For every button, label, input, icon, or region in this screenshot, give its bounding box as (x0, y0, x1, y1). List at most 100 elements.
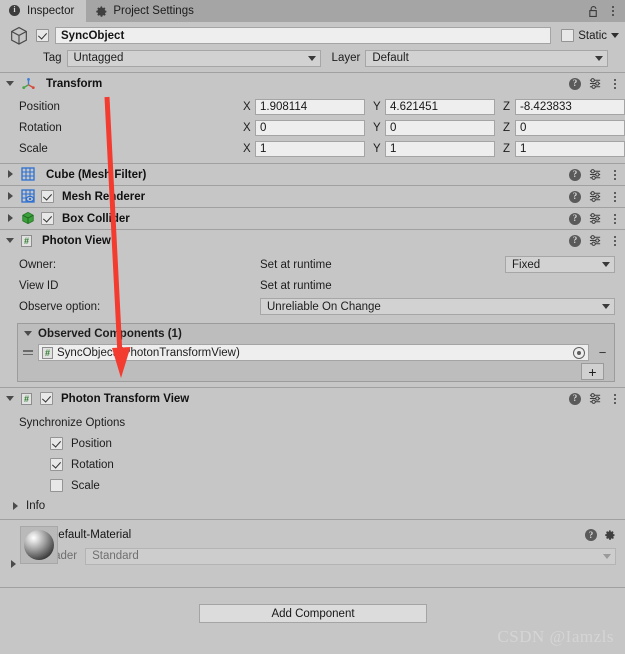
script-icon: # (21, 392, 32, 405)
component-header-actions: ? (569, 190, 619, 204)
help-icon[interactable]: ? (585, 529, 597, 541)
tag-dropdown[interactable]: Untagged (66, 49, 321, 67)
info-foldout[interactable]: Info (0, 496, 625, 516)
lock-icon[interactable] (588, 5, 599, 18)
owner-label: Owner: (19, 258, 57, 271)
component-title-photon-view: Photon View (42, 234, 111, 247)
remove-observed-component-button[interactable]: − (594, 345, 611, 360)
static-checkbox[interactable] (561, 29, 575, 42)
foldout-arrow-icon[interactable] (10, 501, 21, 512)
add-component-button[interactable]: Add Component (199, 604, 427, 623)
component-title-transform: Transform (46, 77, 103, 90)
foldout-arrow-icon[interactable] (5, 78, 16, 89)
axis-label-x: X (243, 142, 251, 155)
material-foldout-arrow-icon[interactable] (8, 559, 19, 570)
preset-icon[interactable] (589, 234, 602, 247)
component-title-photon-transform-view: Photon Transform View (61, 392, 190, 405)
rotation-y-input[interactable]: 0 (385, 119, 495, 136)
scale-z-input[interactable]: 1 (515, 140, 625, 157)
position-x-input[interactable]: 1.908114 (255, 98, 365, 115)
gameobject-name-row: SyncObject Static (6, 26, 619, 45)
foldout-arrow-icon[interactable] (5, 393, 16, 404)
layer-dropdown[interactable]: Default (365, 49, 609, 67)
component-menu-icon[interactable] (610, 212, 619, 226)
foldout-arrow-icon[interactable] (5, 213, 16, 224)
shader-value: Standard (92, 550, 139, 562)
position-z-input[interactable]: -8.423833 (515, 98, 625, 115)
static-dropdown-caret-icon[interactable] (611, 33, 619, 38)
tab-bar: i Inspector Project Settings (0, 0, 625, 22)
preset-icon[interactable] (589, 190, 602, 203)
shader-dropdown[interactable]: Standard (85, 547, 616, 565)
component-menu-icon[interactable] (610, 190, 619, 204)
material-header-actions: ? (585, 529, 625, 541)
position-y-value: 4.621451 (390, 100, 438, 113)
observed-components-box: Observed Components (1) # SyncObject (Ph… (17, 323, 615, 382)
gameobject-enabled-checkbox[interactable] (36, 29, 49, 42)
scale-x-input[interactable]: 1 (255, 140, 365, 157)
preset-icon[interactable] (589, 212, 602, 225)
rotation-y-value: 0 (390, 121, 397, 134)
help-icon[interactable]: ? (569, 190, 581, 203)
material-preview (20, 526, 58, 564)
viewid-value: Set at runtime (260, 279, 332, 292)
component-header-mesh-filter[interactable]: Cube (Mesh Filter) ? (0, 164, 625, 185)
box-collider-enabled-checkbox[interactable] (41, 212, 54, 225)
foldout-arrow-icon[interactable] (5, 169, 16, 180)
component-header-transform[interactable]: Transform ? (0, 73, 625, 94)
mesh-renderer-icon (21, 189, 36, 204)
tab-project-settings[interactable]: Project Settings (86, 0, 206, 22)
scale-y-input[interactable]: 1 (385, 140, 495, 157)
component-title-box-collider: Box Collider (62, 212, 130, 225)
transform-row-scale: Scale X 1 Y 1 Z 1 (0, 138, 625, 159)
mesh-filter-icon (21, 167, 36, 182)
sync-scale-checkbox[interactable] (50, 479, 63, 492)
component-header-actions: ? (569, 234, 619, 248)
foldout-arrow-icon[interactable] (5, 235, 16, 246)
help-icon[interactable]: ? (569, 168, 581, 181)
observe-option-dropdown[interactable]: Unreliable On Change (260, 298, 615, 315)
rotation-z-value: 0 (520, 121, 527, 134)
position-y-input[interactable]: 4.621451 (385, 98, 495, 115)
help-icon[interactable]: ? (569, 77, 581, 90)
preset-icon[interactable] (589, 392, 602, 405)
gear-icon[interactable] (604, 529, 616, 541)
component-header-photon-transform-view[interactable]: # Photon Transform View ? (0, 388, 625, 409)
foldout-arrow-icon[interactable] (23, 328, 34, 339)
owner-value: Set at runtime (260, 258, 332, 271)
viewid-label: View ID (19, 279, 59, 292)
ownership-dropdown[interactable]: Fixed (505, 256, 615, 273)
tab-inspector[interactable]: i Inspector (0, 0, 87, 22)
gameobject-name-input[interactable]: SyncObject (55, 27, 552, 44)
observed-components-header[interactable]: Observed Components (1) (18, 324, 614, 343)
rotation-x-value: 0 (260, 121, 267, 134)
observed-components-footer: + (18, 363, 614, 381)
object-picker-icon[interactable] (573, 346, 585, 359)
foldout-arrow-icon[interactable] (5, 191, 16, 202)
component-menu-icon[interactable] (610, 234, 619, 248)
help-icon[interactable]: ? (569, 392, 581, 405)
component-header-box-collider[interactable]: Box Collider ? (0, 208, 625, 229)
help-icon[interactable]: ? (569, 212, 581, 225)
add-observed-component-button[interactable]: + (581, 363, 604, 380)
axis-label-z: Z (503, 142, 511, 155)
window-menu-icon[interactable] (608, 4, 617, 18)
mesh-renderer-enabled-checkbox[interactable] (41, 190, 54, 203)
info-icon: i (9, 4, 22, 18)
component-menu-icon[interactable] (610, 77, 619, 91)
component-header-mesh-renderer[interactable]: Mesh Renderer ? (0, 186, 625, 207)
help-icon[interactable]: ? (569, 234, 581, 247)
rotation-x-input[interactable]: 0 (255, 119, 365, 136)
preset-icon[interactable] (589, 168, 602, 181)
component-menu-icon[interactable] (610, 168, 619, 182)
sync-rotation-checkbox[interactable] (50, 458, 63, 471)
preset-icon[interactable] (589, 77, 602, 90)
rotation-z-input[interactable]: 0 (515, 119, 625, 136)
drag-handle-icon[interactable] (23, 348, 33, 358)
component-menu-icon[interactable] (610, 392, 619, 406)
component-header-photon-view[interactable]: # Photon View ? (0, 230, 625, 251)
observed-component-object-field[interactable]: # SyncObject (PhotonTransformView) (38, 344, 589, 361)
transform-rotation-label: Rotation (19, 121, 62, 134)
sync-position-checkbox[interactable] (50, 437, 63, 450)
photon-transform-view-enabled-checkbox[interactable] (40, 392, 53, 405)
